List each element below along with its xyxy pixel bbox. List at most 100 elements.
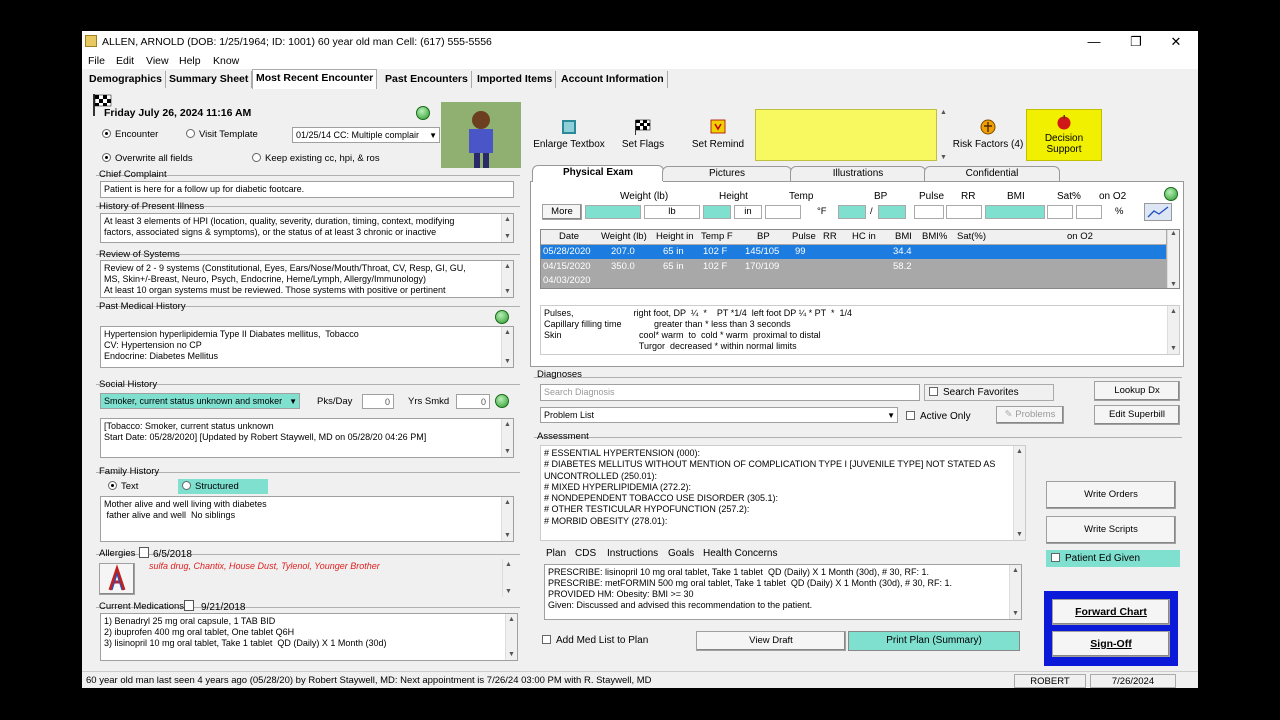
- family-text-radio[interactable]: [108, 481, 117, 490]
- forward-chart-button[interactable]: Forward Chart: [1052, 599, 1170, 625]
- social-history-field[interactable]: [Tobacco: Smoker, current status unknown…: [100, 418, 514, 458]
- minimize-button[interactable]: —: [1074, 31, 1114, 53]
- close-button[interactable]: ✕: [1156, 31, 1196, 53]
- tab-account-information[interactable]: Account Information: [558, 71, 668, 88]
- vitals-grid-scrollbar[interactable]: [1167, 230, 1179, 288]
- weight-unit-field[interactable]: lb: [644, 205, 700, 219]
- pulse-field[interactable]: [914, 205, 944, 219]
- allergies-scrollbar[interactable]: [502, 559, 514, 597]
- lookup-dx-button[interactable]: Lookup Dx: [1094, 381, 1180, 401]
- decision-support-button[interactable]: Decision Support: [1026, 109, 1102, 161]
- enlarge-textbox-button[interactable]: Enlarge Textbox: [532, 109, 606, 161]
- write-orders-button[interactable]: Write Orders: [1046, 481, 1176, 509]
- active-only-checkbox[interactable]: [906, 411, 915, 420]
- tab-illustrations[interactable]: Illustrations: [790, 166, 926, 181]
- sign-off-button[interactable]: Sign-Off: [1052, 631, 1170, 657]
- problems-button[interactable]: ✎ Problems: [996, 406, 1064, 424]
- assessment-scrollbar[interactable]: [1013, 446, 1025, 540]
- family-history-field[interactable]: Mother alive and well living with diabet…: [100, 496, 514, 542]
- allergy-button[interactable]: [99, 563, 135, 595]
- exam-findings-field[interactable]: Pulses, right foot, DP ¼ * PT *1/4 left …: [540, 305, 1180, 355]
- tab-physical-exam[interactable]: Physical Exam: [532, 165, 664, 182]
- on-o2-field[interactable]: [1076, 205, 1102, 219]
- social-scrollbar[interactable]: [501, 419, 513, 457]
- keep-existing-radio[interactable]: [252, 153, 261, 162]
- search-diagnosis-input[interactable]: Search Diagnosis: [540, 384, 920, 401]
- menu-know[interactable]: Know: [213, 55, 239, 67]
- overwrite-radio[interactable]: [102, 153, 111, 162]
- table-row[interactable]: 04/15/2020 350.0 65 in 102 F 170/109 58.…: [541, 260, 1166, 274]
- template-select[interactable]: 01/25/14 CC: Multiple complair ▼: [292, 127, 440, 143]
- refresh-encounter-icon[interactable]: [416, 106, 430, 120]
- chief-complaint-field[interactable]: Patient is here for a follow up for diab…: [100, 181, 514, 198]
- rr-field[interactable]: [946, 205, 982, 219]
- bmi-field[interactable]: [985, 205, 1045, 219]
- pks-day-field[interactable]: 0: [362, 394, 394, 409]
- menu-edit[interactable]: Edit: [116, 55, 134, 67]
- family-structured-radio[interactable]: [182, 481, 191, 490]
- view-draft-button[interactable]: View Draft: [696, 631, 846, 651]
- tab-cds[interactable]: CDS: [575, 548, 596, 559]
- plan-scrollbar[interactable]: [1009, 565, 1021, 619]
- weight-field[interactable]: [585, 205, 641, 219]
- allergies-field[interactable]: sulfa drug, Chantix, House Dust, Tylenol…: [146, 559, 514, 597]
- tab-pictures[interactable]: Pictures: [662, 166, 792, 181]
- exam-scrollbar[interactable]: [1167, 306, 1179, 354]
- assessment-field[interactable]: # ESSENTIAL HYPERTENSION (000): # DIABET…: [540, 445, 1026, 541]
- table-row[interactable]: 05/28/2020 207.0 65 in 102 F 145/105 99 …: [541, 245, 1166, 259]
- problem-list-select[interactable]: Problem List ▼: [540, 407, 898, 423]
- document-icon[interactable]: [139, 547, 149, 558]
- pmh-add-icon[interactable]: [495, 310, 509, 324]
- document-icon[interactable]: [184, 600, 194, 611]
- tab-most-recent-encounter[interactable]: Most Recent Encounter: [252, 69, 378, 89]
- hpi-scrollbar[interactable]: [501, 214, 513, 242]
- vitals-add-icon[interactable]: [1164, 187, 1178, 201]
- tab-imported-items[interactable]: Imported Items: [474, 71, 557, 88]
- tab-plan[interactable]: Plan: [546, 548, 566, 559]
- tab-health-concerns[interactable]: Health Concerns: [703, 548, 777, 559]
- maximize-button[interactable]: ❐: [1116, 31, 1156, 53]
- bp-systolic-field[interactable]: [838, 205, 866, 219]
- social-add-icon[interactable]: [495, 394, 509, 408]
- visit-template-radio[interactable]: [186, 129, 195, 138]
- menu-view[interactable]: View: [146, 55, 169, 67]
- write-scripts-button[interactable]: Write Scripts: [1046, 516, 1176, 544]
- tab-past-encounters[interactable]: Past Encounters: [382, 71, 472, 88]
- search-favorites-checkbox[interactable]: [929, 387, 938, 396]
- tab-confidential[interactable]: Confidential: [924, 166, 1060, 181]
- temp-field[interactable]: [765, 205, 801, 219]
- flag-notes-area[interactable]: [755, 109, 937, 161]
- pmh-field[interactable]: Hypertension hyperlipidemia Type II Diab…: [100, 326, 514, 368]
- tab-demographics[interactable]: Demographics: [86, 71, 166, 88]
- height-field[interactable]: [703, 205, 731, 219]
- family-scrollbar[interactable]: [501, 497, 513, 541]
- table-row[interactable]: 04/03/2020: [541, 274, 1166, 288]
- encounter-radio[interactable]: [102, 129, 111, 138]
- yrs-smoked-field[interactable]: 0: [456, 394, 490, 409]
- tab-summary-sheet[interactable]: Summary Sheet: [166, 71, 253, 88]
- menu-file[interactable]: File: [88, 55, 105, 67]
- edit-superbill-button[interactable]: Edit Superbill: [1094, 405, 1180, 425]
- plan-field[interactable]: PRESCRIBE: lisinopril 10 mg oral tablet,…: [544, 564, 1022, 620]
- flag-notes-scrollbar[interactable]: ▲ ▼: [938, 109, 950, 161]
- menu-help[interactable]: Help: [179, 55, 201, 67]
- smoker-status-select[interactable]: Smoker, current status unknown and smoke…: [100, 393, 300, 409]
- medications-field[interactable]: 1) Benadryl 25 mg oral capsule, 1 TAB BI…: [100, 613, 518, 661]
- add-med-list-checkbox[interactable]: [542, 635, 551, 644]
- vitals-graph-button[interactable]: [1144, 203, 1172, 221]
- ros-field[interactable]: Review of 2 - 9 systems (Constitutional,…: [100, 260, 514, 298]
- sat-field[interactable]: [1047, 205, 1073, 219]
- medications-scrollbar[interactable]: [505, 614, 517, 660]
- tab-instructions[interactable]: Instructions: [607, 548, 658, 559]
- set-flags-button[interactable]: Set Flags: [608, 109, 678, 161]
- set-remind-button[interactable]: Set Remind: [682, 109, 754, 161]
- ros-scrollbar[interactable]: [501, 261, 513, 297]
- pmh-scrollbar[interactable]: [501, 327, 513, 367]
- bp-diastolic-field[interactable]: [878, 205, 906, 219]
- print-plan-button[interactable]: Print Plan (Summary): [848, 631, 1020, 651]
- tab-goals[interactable]: Goals: [668, 548, 694, 559]
- height-unit-field[interactable]: in: [734, 205, 762, 219]
- more-button[interactable]: More: [542, 204, 582, 220]
- risk-factors-button[interactable]: Risk Factors (4): [952, 109, 1024, 161]
- hpi-field[interactable]: At least 3 elements of HPI (location, qu…: [100, 213, 514, 243]
